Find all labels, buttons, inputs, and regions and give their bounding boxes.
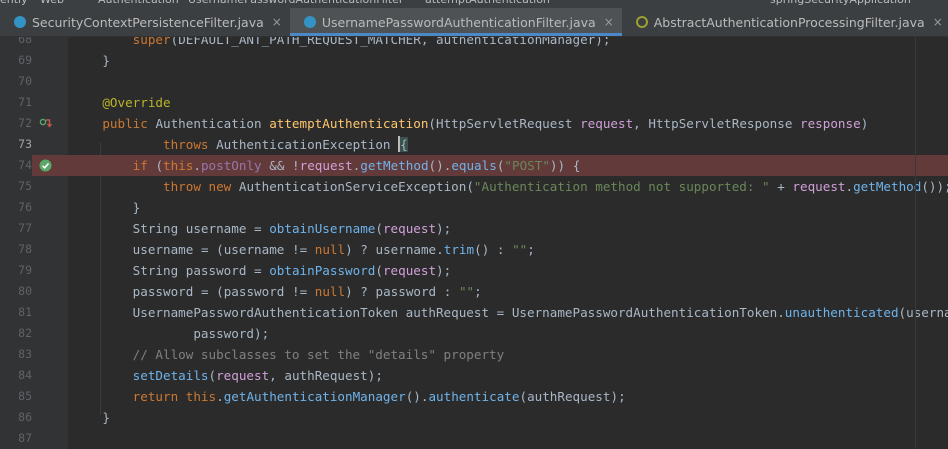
code-line[interactable]: 76 } <box>0 197 948 218</box>
code-line[interactable]: 87 <box>0 428 948 449</box>
line-number[interactable]: 77 <box>0 218 32 239</box>
line-number[interactable]: 82 <box>0 323 32 344</box>
code-text: UsernamePasswordAuthenticationToken auth… <box>132 305 948 320</box>
code-line[interactable]: 80 password = (password != null) ? passw… <box>0 281 948 302</box>
code-line[interactable]: 78 username = (username != null) ? usern… <box>0 239 948 260</box>
line-number[interactable]: 68 <box>0 37 32 50</box>
code-text: String username = obtainUsername(request… <box>132 221 452 236</box>
code-line[interactable]: 81 UsernamePasswordAuthenticationToken a… <box>0 302 948 323</box>
code-text: password = (password != null) ? password… <box>132 284 482 299</box>
code-editor[interactable]: 68 super(DEFAULT_ANT_PATH_REQUEST_MATCHE… <box>0 37 948 449</box>
line-number[interactable]: 83 <box>0 344 32 365</box>
code-line[interactable]: 68 super(DEFAULT_ANT_PATH_REQUEST_MATCHE… <box>0 37 948 50</box>
code-text: } <box>102 53 110 68</box>
code-text: super(DEFAULT_ANT_PATH_REQUEST_MATCHER, … <box>132 37 611 47</box>
code-line[interactable]: 86 } <box>0 407 948 428</box>
breadcrumb-fragment: attemptAuthentication <box>425 0 550 6</box>
line-number[interactable]: 86 <box>0 407 32 428</box>
code-text: password); <box>193 326 270 341</box>
code-text: throw new AuthenticationServiceException… <box>163 179 948 194</box>
breadcrumb-fragment: Web <box>40 0 64 6</box>
close-tab-icon[interactable]: × <box>933 15 943 29</box>
code-line[interactable]: 75 throw new AuthenticationServiceExcept… <box>0 176 948 197</box>
close-tab-icon[interactable]: × <box>272 15 282 29</box>
code-line[interactable]: 69 } <box>0 50 948 71</box>
line-number[interactable]: 84 <box>0 365 32 386</box>
code-text: setDetails(request, authRequest); <box>132 368 383 383</box>
line-number[interactable]: 75 <box>0 176 32 197</box>
override-method-icon[interactable] <box>39 117 52 130</box>
code-line[interactable]: 79 String password = obtainPassword(requ… <box>0 260 948 281</box>
editor-tab-bar: SecurityContextPersistenceFilter.java × Us… <box>0 8 948 37</box>
window-title-strip: ently Web Authentication UsernamePasswordAu… <box>0 0 948 8</box>
code-line[interactable]: 83 // Allow subclasses to set the "detai… <box>0 344 948 365</box>
line-number[interactable]: 71 <box>0 92 32 113</box>
line-number[interactable]: 87 <box>0 428 32 449</box>
line-number[interactable]: 80 <box>0 281 32 302</box>
line-number[interactable]: 85 <box>0 386 32 407</box>
line-number[interactable]: 78 <box>0 239 32 260</box>
code-line[interactable]: 74 if (this.postOnly && !request.getMeth… <box>0 155 948 176</box>
tab-label: UsernamePasswordAuthenticationFilter.jav… <box>321 14 596 30</box>
code-text: String password = obtainPassword(request… <box>132 263 452 278</box>
code-text: // Allow subclasses to set the "details"… <box>132 347 505 362</box>
breadcrumb-fragment: UsernamePasswordAuthenticationFilter <box>188 0 403 6</box>
breadcrumb-fragment: Authentication <box>98 0 179 6</box>
abstract-class-icon <box>635 16 648 28</box>
code-text: return this.getAuthenticationManager().a… <box>132 389 626 404</box>
line-number[interactable]: 72 <box>0 113 32 134</box>
tab-label: AbstractAuthenticationProcessingFilter.j… <box>653 14 925 30</box>
code-line[interactable]: 85 return this.getAuthenticationManager(… <box>0 386 948 407</box>
line-number[interactable]: 81 <box>0 302 32 323</box>
right-margin-guide <box>915 37 916 449</box>
line-number[interactable]: 70 <box>0 71 32 92</box>
line-number[interactable]: 76 <box>0 197 32 218</box>
line-number[interactable]: 74 <box>0 155 32 176</box>
code-line[interactable]: 77 String username = obtainUsername(requ… <box>0 218 948 239</box>
editor-tab[interactable]: UsernamePasswordAuthenticationFilter.jav… <box>289 8 622 36</box>
code-line[interactable]: 73 throws AuthenticationException { <box>0 134 948 155</box>
editor-tab[interactable]: SecurityContextPersistenceFilter.java × <box>0 8 290 36</box>
line-number[interactable]: 79 <box>0 260 32 281</box>
code-text: public Authentication attemptAuthenticat… <box>102 116 869 131</box>
java-class-icon <box>303 16 316 28</box>
line-number[interactable]: 69 <box>0 50 32 71</box>
breakpoint-check-icon[interactable] <box>39 159 52 172</box>
java-class-icon <box>14 16 26 28</box>
code-line[interactable]: 72 public Authentication attemptAuthenti… <box>0 113 948 134</box>
editor-tab[interactable]: AbstractAuthenticationProcessingFilter.j… <box>622 8 948 36</box>
code-line[interactable]: 84 setDetails(request, authRequest); <box>0 365 948 386</box>
tab-label: SecurityContextPersistenceFilter.java <box>32 14 264 30</box>
code-text: throws AuthenticationException { <box>163 136 408 152</box>
code-text: username = (username != null) ? username… <box>132 242 535 257</box>
code-text: } <box>102 410 110 425</box>
code-text: @Override <box>102 95 171 110</box>
code-line[interactable]: 71 @Override <box>0 92 948 113</box>
line-number[interactable]: 73 <box>0 134 32 155</box>
breadcrumb-fragment: springSecurityApplication <box>770 0 911 6</box>
breadcrumb-fragment: ently <box>0 0 28 6</box>
close-tab-icon[interactable]: × <box>604 15 614 29</box>
code-text: if (this.postOnly && !request.getMethod(… <box>132 158 581 173</box>
code-text: } <box>132 200 141 215</box>
code-line[interactable]: 82 password); <box>0 323 948 344</box>
code-line[interactable]: 70 <box>0 71 948 92</box>
